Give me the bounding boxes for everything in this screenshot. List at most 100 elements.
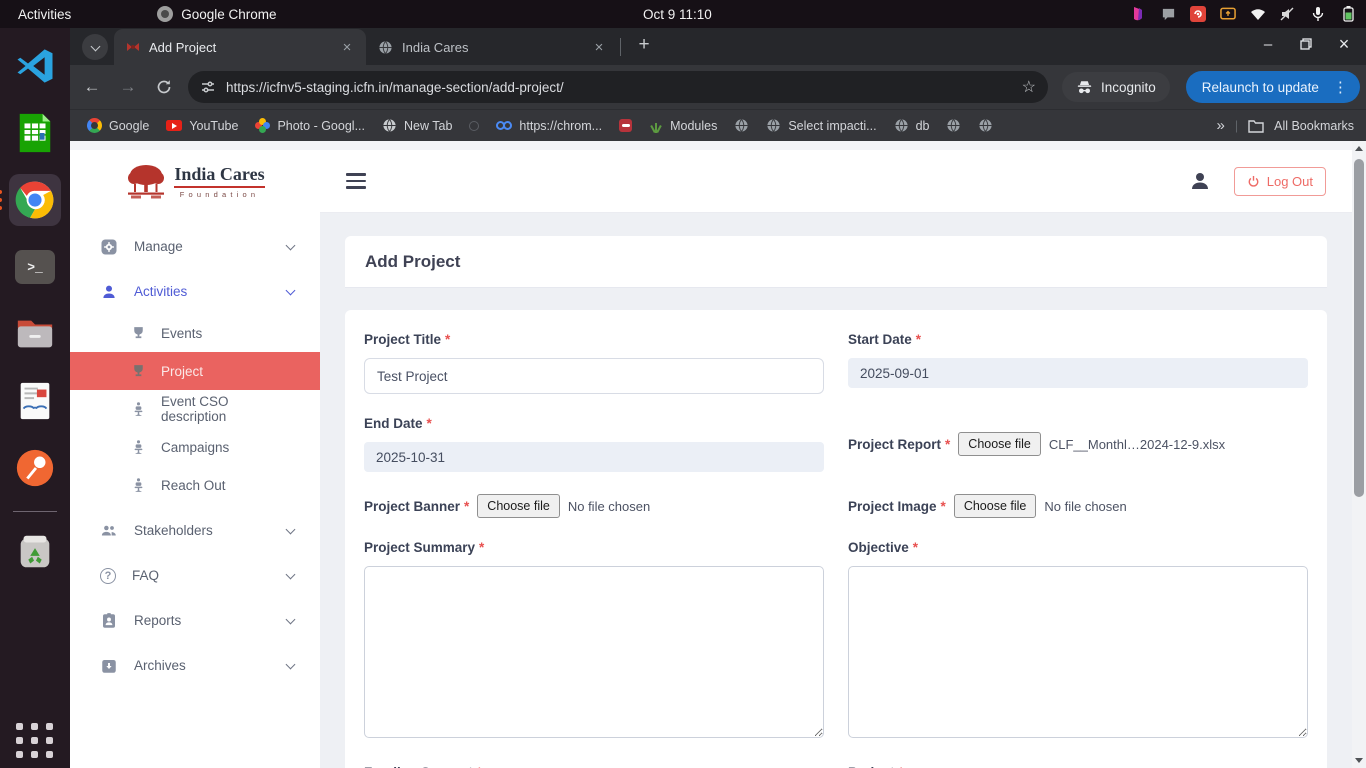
sidebar-item-stakeholders[interactable]: Stakeholders	[70, 508, 320, 553]
dim-circle-icon	[469, 121, 479, 131]
url-text[interactable]: https://icfnv5-staging.icfn.in/manage-se…	[226, 80, 1012, 95]
bookmark-unnamed-4[interactable]	[946, 118, 961, 133]
dock-libreoffice-calc-icon[interactable]	[9, 107, 61, 159]
dock-postman-icon[interactable]	[9, 442, 61, 494]
back-button[interactable]: ←	[78, 73, 106, 101]
scroll-down-button[interactable]	[1352, 753, 1366, 768]
bookmark-unnamed-3[interactable]	[734, 118, 749, 133]
address-bar[interactable]: https://icfnv5-staging.icfn.in/manage-se…	[188, 71, 1048, 103]
page-scrollbar[interactable]	[1352, 141, 1366, 768]
sidebar-item-archives[interactable]: Archives	[70, 643, 320, 688]
field-label: Project Title	[364, 332, 441, 347]
bookmark-modules[interactable]: Modules	[649, 119, 717, 133]
logout-label: Log Out	[1267, 174, 1313, 189]
bookmark-unnamed-1[interactable]	[469, 121, 479, 131]
chat-icon[interactable]	[1160, 6, 1176, 22]
close-window-button[interactable]: ×	[1336, 36, 1352, 52]
bookmark-unnamed-5[interactable]	[978, 118, 993, 133]
site-settings-icon[interactable]	[200, 79, 216, 95]
chevron-down-icon	[286, 240, 296, 250]
volume-muted-icon[interactable]	[1280, 6, 1296, 22]
sidebar-item-manage[interactable]: Manage	[70, 224, 320, 269]
tab-close-icon[interactable]: ×	[338, 38, 356, 56]
sidebar-item-reach-out[interactable]: Reach Out	[70, 466, 320, 504]
brand-logo[interactable]: India Cares Foundation	[70, 162, 320, 200]
tab-close-icon[interactable]: ×	[590, 38, 608, 56]
bookmarks-overflow-button[interactable]: »	[1217, 117, 1225, 134]
trophy-icon	[130, 325, 147, 342]
tab-add-project[interactable]: Add Project ×	[114, 29, 366, 65]
project-image-choose-file-button[interactable]: Choose file	[954, 494, 1037, 518]
folder-icon	[1248, 119, 1264, 133]
app-pink-icon[interactable]	[1130, 6, 1146, 22]
focused-app[interactable]: Google Chrome	[157, 6, 276, 22]
dock-trash-icon[interactable]	[9, 526, 61, 578]
scrollbar-thumb[interactable]	[1354, 159, 1364, 497]
india-cares-favicon	[126, 40, 140, 54]
dock-vscode-icon[interactable]	[9, 40, 61, 92]
app-grid-button[interactable]	[16, 723, 54, 758]
scroll-up-button[interactable]	[1352, 141, 1366, 156]
incognito-icon	[1076, 80, 1093, 95]
tab-india-cares[interactable]: India Cares ×	[366, 29, 618, 65]
bookmark-db[interactable]: db	[894, 118, 930, 133]
page-title-card: Add Project	[345, 236, 1327, 288]
bookmarks-right: » | All Bookmarks	[1217, 117, 1354, 134]
relaunch-button[interactable]: Relaunch to update ⋮	[1186, 71, 1360, 103]
start-date-input[interactable]	[848, 358, 1308, 388]
logout-button[interactable]: Log Out	[1234, 167, 1326, 196]
bookmark-google[interactable]: Google	[87, 118, 149, 133]
sidebar-item-reports[interactable]: Reports	[70, 598, 320, 643]
sidebar-item-campaigns[interactable]: Campaigns	[70, 428, 320, 466]
sidebar-item-project[interactable]: Project	[70, 352, 320, 390]
project-image-file-name: No file chosen	[1044, 499, 1126, 514]
end-date-input[interactable]	[364, 442, 824, 472]
bookmark-select-impact[interactable]: Select impacti...	[766, 118, 876, 133]
bookmark-unnamed-2[interactable]	[619, 119, 632, 132]
bookmark-photos[interactable]: Photo - Googl...	[255, 118, 365, 133]
dock-chrome-icon[interactable]	[9, 174, 61, 226]
objective-textarea[interactable]	[848, 566, 1308, 738]
minimize-button[interactable]: –	[1260, 36, 1276, 52]
chevron-down-icon	[286, 614, 296, 624]
sidebar-item-faq[interactable]: ? FAQ	[70, 553, 320, 598]
restore-button[interactable]	[1298, 36, 1314, 52]
new-tab-button[interactable]: +	[631, 32, 657, 58]
required-asterisk: *	[941, 499, 946, 514]
field-label: Project Summary	[364, 540, 475, 555]
sidebar-item-label: Campaigns	[161, 440, 229, 455]
bookmark-youtube[interactable]: YouTube	[166, 119, 238, 133]
sidebar-item-event-cso-description[interactable]: Event CSO description	[70, 390, 320, 428]
google-icon	[87, 118, 102, 133]
bookmark-new-tab[interactable]: New Tab	[382, 118, 452, 133]
project-summary-textarea[interactable]	[364, 566, 824, 738]
battery-icon[interactable]	[1340, 6, 1356, 22]
bookmark-chrom[interactable]: https://chrom...	[496, 119, 602, 133]
dock-document-viewer-icon[interactable]	[9, 375, 61, 427]
bookmark-star-icon[interactable]: ☆	[1022, 77, 1036, 97]
sidebar-item-events[interactable]: Events	[70, 314, 320, 352]
dock: >_	[0, 28, 70, 768]
globe-icon	[378, 40, 393, 55]
clock[interactable]: Oct 9 11:10	[643, 7, 712, 22]
sidebar-item-activities[interactable]: Activities	[70, 269, 320, 314]
all-bookmarks-button[interactable]: All Bookmarks	[1274, 119, 1354, 133]
tab-search-button[interactable]	[82, 34, 108, 60]
project-banner-choose-file-button[interactable]: Choose file	[477, 494, 560, 518]
dock-terminal-icon[interactable]: >_	[9, 241, 61, 293]
activities-button[interactable]: Activities	[18, 7, 71, 22]
reload-button[interactable]	[150, 73, 178, 101]
sidebar-toggle-button[interactable]	[346, 173, 366, 188]
forward-button[interactable]: →	[114, 73, 142, 101]
browser-menu-icon[interactable]: ⋮	[1329, 78, 1352, 96]
microphone-icon[interactable]	[1310, 6, 1326, 22]
screenshare-icon[interactable]	[1220, 6, 1236, 22]
user-icon[interactable]	[1188, 169, 1212, 193]
project-report-choose-file-button[interactable]: Choose file	[958, 432, 1041, 456]
record-icon[interactable]	[1190, 6, 1206, 22]
wifi-icon[interactable]	[1250, 6, 1266, 22]
dock-files-icon[interactable]	[9, 308, 61, 360]
project-title-input[interactable]	[364, 358, 824, 394]
sidebar-item-label: Stakeholders	[134, 523, 271, 538]
required-asterisk: *	[913, 540, 918, 555]
